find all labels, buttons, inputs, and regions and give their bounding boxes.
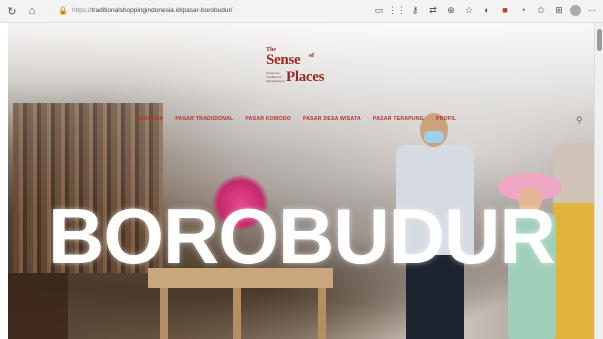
home-icon[interactable]: ⌂ bbox=[24, 3, 40, 19]
sync-icon[interactable]: ◔ bbox=[516, 3, 530, 17]
search-icon[interactable]: ⚲ bbox=[576, 115, 586, 125]
page-scrollbar[interactable] bbox=[594, 23, 603, 339]
hero-title: BOROBUDUR bbox=[48, 192, 556, 280]
url-path: /pasar-borobudur/ bbox=[180, 7, 233, 14]
table-leg bbox=[233, 288, 241, 339]
profile-icon[interactable] bbox=[570, 4, 581, 16]
refresh-icon[interactable]: ↻ bbox=[4, 3, 20, 19]
nav-item-pasar-desa-wisata[interactable]: PASAR DESA WISATA bbox=[303, 116, 361, 122]
tab-icon[interactable]: ▭ bbox=[372, 3, 386, 17]
face-mask bbox=[424, 131, 444, 143]
table-leg bbox=[160, 288, 168, 339]
main-navigation: BERANDA PASAR TRADISIONAL PASAR KOMODO P… bbox=[136, 116, 456, 122]
star-icon[interactable]: ☆ bbox=[462, 3, 476, 17]
nav-item-pasar-komodo[interactable]: PASAR KOMODO bbox=[245, 116, 291, 122]
translate-icon[interactable]: ⇄ bbox=[426, 3, 440, 17]
logo-of: of bbox=[309, 53, 314, 59]
red-extension-icon[interactable]: ■ bbox=[498, 3, 512, 17]
scrollbar-thumb[interactable] bbox=[597, 29, 602, 51]
address-bar[interactable]: 🔒 https:// traditionalshoppingindonesia.… bbox=[58, 3, 378, 18]
collections-icon[interactable]: ⊞ bbox=[552, 3, 566, 17]
lock-icon[interactable]: 🔒 bbox=[58, 6, 68, 15]
nav-item-beranda[interactable]: BERANDA bbox=[136, 116, 163, 122]
browser-tools: ▭ ⋮⋮ ⚷ ⇄ ⊕ ☆ ◐ ■ ◔ ✩ ⊞ ⋯ bbox=[372, 3, 599, 17]
table-leg bbox=[318, 288, 326, 339]
foreground-figure bbox=[8, 273, 68, 339]
favorites-icon[interactable]: ✩ bbox=[534, 3, 548, 17]
nav-item-pasar-tradisional[interactable]: PASAR TRADISIONAL bbox=[175, 116, 233, 122]
grid-icon[interactable]: ⋮⋮ bbox=[388, 3, 406, 17]
zoom-icon[interactable]: ⊕ bbox=[444, 3, 458, 17]
nav-item-pasar-terapung[interactable]: PASAR TERAPUNG bbox=[373, 116, 424, 122]
key-icon[interactable]: ⚷ bbox=[408, 3, 422, 17]
nav-item-profil[interactable]: PROFIL bbox=[436, 116, 456, 122]
browser-toolbar: ↻ ⌂ 🔒 https:// traditionalshoppingindone… bbox=[0, 0, 603, 23]
logo-places: Places bbox=[286, 69, 325, 85]
web-page: The Sense of Indonesia Traditional Marke… bbox=[8, 23, 594, 339]
logo-subtitle: Indonesia Traditional Marketplaces bbox=[266, 71, 285, 83]
logo-sense: Sense bbox=[266, 52, 301, 68]
more-icon[interactable]: ⋯ bbox=[585, 3, 599, 17]
url-protocol: https:// bbox=[71, 7, 92, 14]
url-host: traditionalshoppingindonesia.id bbox=[91, 7, 181, 14]
extension-icon[interactable]: ◐ bbox=[480, 3, 494, 17]
site-logo[interactable]: The Sense of Indonesia Traditional Marke… bbox=[266, 47, 346, 107]
